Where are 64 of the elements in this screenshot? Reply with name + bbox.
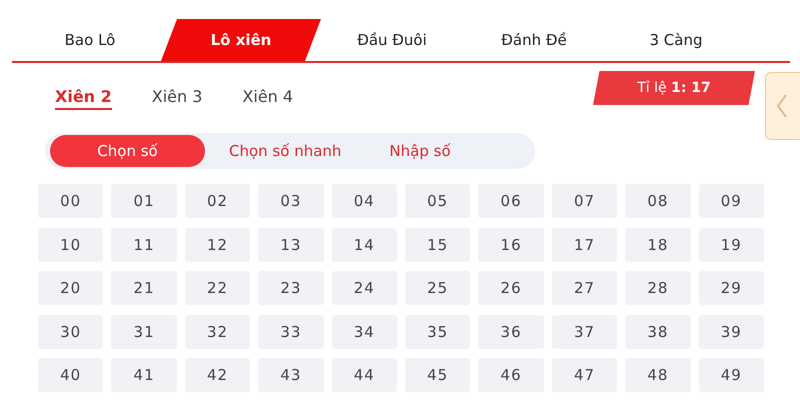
mode-option[interactable]: Chọn số nhanh [205, 135, 366, 167]
game-tab[interactable]: 3 Càng [605, 19, 747, 61]
xien-tab[interactable]: Xiên 4 [242, 87, 294, 110]
game-tab[interactable]: Đầu Đuôi [321, 19, 463, 61]
game-tab[interactable]: Lô xiên [161, 19, 321, 61]
number-button[interactable]: 09 [698, 184, 764, 218]
number-button[interactable]: 23 [258, 271, 324, 305]
number-button[interactable]: 38 [625, 314, 691, 348]
number-button[interactable]: 25 [405, 271, 470, 305]
number-button[interactable]: 11 [111, 228, 177, 262]
number-button[interactable]: 13 [258, 228, 324, 262]
game-tab[interactable]: Đánh Đề [463, 19, 605, 61]
number-button[interactable]: 47 [552, 358, 618, 392]
number-button[interactable]: 00 [38, 184, 104, 218]
number-button[interactable]: 19 [698, 228, 764, 262]
number-button[interactable]: 33 [258, 314, 324, 348]
number-button[interactable]: 48 [625, 358, 691, 392]
number-button[interactable]: 01 [111, 184, 177, 218]
number-button[interactable]: 44 [332, 358, 397, 392]
number-button[interactable]: 02 [184, 184, 250, 218]
number-button[interactable]: 35 [405, 314, 470, 348]
side-panel-handle[interactable] [765, 72, 800, 140]
number-button[interactable]: 45 [405, 358, 470, 392]
number-button[interactable]: 32 [184, 314, 250, 348]
number-button[interactable]: 40 [38, 358, 104, 392]
chevron-left-icon [776, 93, 788, 119]
number-button[interactable]: 14 [332, 228, 397, 262]
number-button[interactable]: 24 [332, 271, 397, 305]
number-button[interactable]: 21 [111, 271, 177, 305]
number-button[interactable]: 39 [698, 314, 764, 348]
number-button[interactable]: 34 [332, 314, 397, 348]
mode-option[interactable]: Chọn số [50, 135, 205, 167]
number-button[interactable]: 04 [332, 184, 397, 218]
xien-tab[interactable]: Xiên 3 [152, 87, 202, 110]
number-button[interactable]: 10 [38, 228, 104, 262]
number-button[interactable]: 29 [698, 271, 764, 305]
rate-badge: Tỉ lệ 1: 17 [593, 71, 755, 105]
number-button[interactable]: 22 [184, 271, 250, 305]
xien-tab[interactable]: Xiên 2 [55, 87, 112, 110]
number-button[interactable]: 15 [405, 228, 470, 262]
number-button[interactable]: 26 [478, 271, 544, 305]
number-button[interactable]: 20 [38, 271, 104, 305]
number-button[interactable]: 12 [184, 228, 250, 262]
number-button[interactable]: 42 [184, 358, 250, 392]
number-button[interactable]: 43 [258, 358, 324, 392]
number-button[interactable]: 03 [258, 184, 324, 218]
game-tab[interactable]: Bao Lô [19, 19, 161, 61]
number-button[interactable]: 07 [552, 184, 618, 218]
number-button[interactable]: 31 [111, 314, 177, 348]
mode-option[interactable]: Nhập số [365, 135, 475, 167]
number-button[interactable]: 16 [478, 228, 544, 262]
number-button[interactable]: 08 [625, 184, 691, 218]
number-button[interactable]: 49 [698, 358, 764, 392]
number-button[interactable]: 30 [38, 314, 104, 348]
number-button[interactable]: 46 [478, 358, 544, 392]
number-button[interactable]: 27 [552, 271, 618, 305]
number-button[interactable]: 05 [405, 184, 470, 218]
number-button[interactable]: 28 [625, 271, 691, 305]
number-button[interactable]: 37 [552, 314, 618, 348]
number-button[interactable]: 41 [111, 358, 177, 392]
number-button[interactable]: 36 [478, 314, 544, 348]
number-button[interactable]: 06 [478, 184, 544, 218]
number-button[interactable]: 17 [552, 228, 618, 262]
number-button[interactable]: 18 [625, 228, 691, 262]
